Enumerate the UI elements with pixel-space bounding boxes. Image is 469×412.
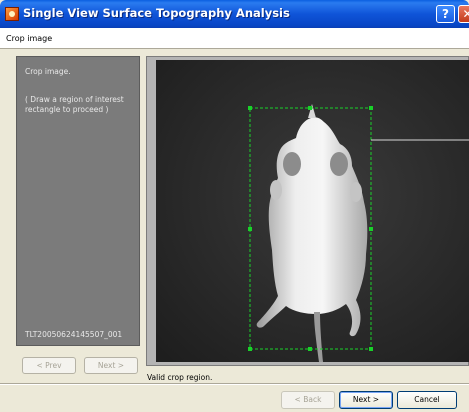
- next-image-button[interactable]: Next >: [84, 357, 138, 374]
- footer-divider: [0, 383, 469, 385]
- roi-handle[interactable]: [369, 227, 373, 231]
- roi-handle[interactable]: [308, 347, 312, 351]
- window-title: Single View Surface Topography Analysis: [23, 6, 290, 20]
- status-message: Valid crop region.: [147, 373, 213, 382]
- cancel-button[interactable]: Cancel: [397, 391, 457, 409]
- title-bar: Single View Surface Topography Analysis …: [0, 0, 469, 28]
- help-icon[interactable]: ?: [436, 5, 455, 23]
- roi-handle[interactable]: [369, 106, 373, 110]
- image-canvas[interactable]: [156, 60, 469, 362]
- roi-handle[interactable]: [248, 106, 252, 110]
- roi-handle[interactable]: [248, 347, 252, 351]
- close-icon[interactable]: ✕: [458, 5, 469, 23]
- next-button[interactable]: Next >: [339, 391, 393, 409]
- roi-handle[interactable]: [308, 106, 312, 110]
- step-title: Crop image: [6, 34, 53, 43]
- instruction-title: Crop image.: [25, 67, 71, 76]
- instruction-line: rectangle to proceed ): [25, 105, 109, 114]
- instruction-panel: Crop image. ( Draw a region of interest …: [16, 56, 140, 346]
- prev-image-button[interactable]: < Prev: [22, 357, 76, 374]
- roi-handle[interactable]: [369, 347, 373, 351]
- back-button[interactable]: < Back: [281, 391, 335, 409]
- app-logo-icon: [5, 7, 19, 21]
- step-header: Crop image: [0, 28, 469, 49]
- instruction-line: ( Draw a region of interest: [25, 95, 124, 104]
- roi-handle[interactable]: [248, 227, 252, 231]
- sequence-id: TLT20050624145507_001: [25, 330, 123, 339]
